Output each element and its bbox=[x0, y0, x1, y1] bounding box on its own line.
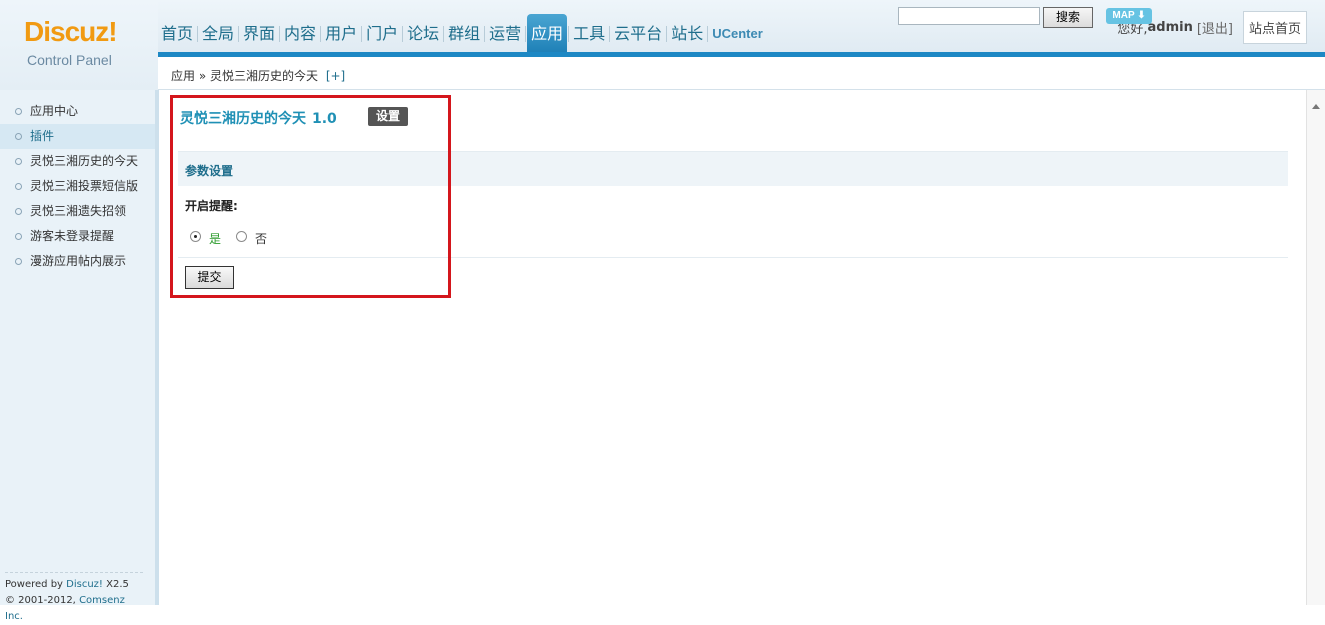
scroll-up-arrow-icon[interactable] bbox=[1312, 104, 1320, 109]
sidebar: 应用中心插件灵悦三湘历史的今天 灵悦三湘投票短信版 灵悦三湘遗失招领 游客未登录提醒漫… bbox=[0, 90, 155, 622]
sidebar-menu: 应用中心插件灵悦三湘历史的今天 灵悦三湘投票短信版 灵悦三湘遗失招领 游客未登录提醒漫… bbox=[0, 99, 155, 274]
sidebar-item-0[interactable]: 应用中心 bbox=[0, 99, 155, 124]
sidebar-item-label: 插件 bbox=[30, 129, 55, 143]
sidebar-item-4[interactable]: 灵悦三湘遗失招领 bbox=[0, 199, 155, 224]
nav-tab-1[interactable]: 全局 bbox=[199, 14, 237, 54]
subheader: 应用 » 灵悦三湘历史的今天 [+] bbox=[158, 57, 1325, 90]
nav-tab-4[interactable]: 用户 bbox=[322, 14, 360, 54]
nav-separator bbox=[238, 26, 240, 42]
bullet-icon bbox=[15, 208, 22, 215]
vertical-scrollbar[interactable] bbox=[1306, 90, 1325, 605]
sidebar-item-label: 灵悦三湘投票短信版 bbox=[30, 179, 139, 193]
bullet-icon bbox=[15, 133, 22, 140]
bullet-icon bbox=[15, 258, 22, 265]
sidebar-item-6[interactable]: 漫游应用帖内展示 bbox=[0, 249, 155, 274]
nav-separator bbox=[525, 26, 527, 42]
nav-separator bbox=[707, 26, 709, 42]
logout-link[interactable]: [退出] bbox=[1197, 18, 1233, 37]
nav-separator bbox=[320, 26, 322, 42]
search-button[interactable]: 搜索 bbox=[1043, 7, 1093, 28]
powered-version: X2.5 bbox=[102, 579, 129, 590]
nav-tab-7[interactable]: 群组 bbox=[445, 14, 483, 54]
breadcrumb-path[interactable]: 应用 » 灵悦三湘历史的今天 bbox=[171, 69, 318, 83]
logo-subtitle: Control Panel bbox=[27, 52, 112, 68]
bullet-icon bbox=[15, 158, 22, 165]
sidebar-item-label: 漫游应用帖内展示 bbox=[30, 254, 127, 268]
nav-tab-6[interactable]: 论坛 bbox=[404, 14, 442, 54]
bullet-icon bbox=[15, 108, 22, 115]
sidebar-item-5[interactable]: 游客未登录提醒 bbox=[0, 224, 155, 249]
site-home-button[interactable]: 站点首页 bbox=[1242, 11, 1307, 44]
bullet-icon bbox=[15, 233, 22, 240]
powered-text: Powered by bbox=[5, 579, 63, 590]
nav-tab-3[interactable]: 内容 bbox=[281, 14, 319, 54]
sidebar-item-3[interactable]: 灵悦三湘投票短信版 bbox=[0, 174, 155, 199]
username: admin bbox=[1147, 20, 1193, 35]
nav-tab-12[interactable]: 站长 bbox=[668, 14, 706, 54]
nav-tab-0[interactable]: 首页 bbox=[158, 14, 196, 54]
nav-separator bbox=[279, 26, 281, 42]
sidebar-item-label: 灵悦三湘遗失招领 bbox=[30, 204, 127, 218]
nav-tab-8[interactable]: 运营 bbox=[486, 14, 524, 54]
breadcrumb: 应用 » 灵悦三湘历史的今天 [+] bbox=[171, 67, 345, 84]
bullet-icon bbox=[15, 183, 22, 190]
sidebar-item-2[interactable]: 灵悦三湘历史的今天 bbox=[0, 149, 155, 174]
main-nav: 首页 全局 界面 内容 用户 门户 论坛 群组 运营 应用 工具 云平台 站长 UCenter bbox=[158, 14, 766, 54]
nav-tab-10[interactable]: 工具 bbox=[570, 14, 608, 54]
sidebar-item-1[interactable]: 插件 bbox=[0, 124, 155, 149]
search-input[interactable] bbox=[898, 7, 1040, 25]
powered-by: Powered by Discuz! X2.5 © 2001-2012, Com… bbox=[5, 572, 143, 625]
sidebar-item-label: 灵悦三湘历史的今天 bbox=[30, 154, 139, 168]
nav-tab-2[interactable]: 界面 bbox=[240, 14, 278, 54]
sidebar-item-label: 游客未登录提醒 bbox=[30, 229, 115, 243]
nav-separator bbox=[666, 26, 668, 42]
nav-separator bbox=[609, 26, 611, 42]
add-shortcut-link[interactable]: [+] bbox=[326, 69, 345, 83]
logo-brand: Discuz! bbox=[24, 16, 118, 47]
nav-separator bbox=[197, 26, 199, 42]
logo[interactable]: Discuz! Control Panel bbox=[0, 0, 158, 90]
copyright-text: © 2001-2012, bbox=[5, 595, 76, 606]
nav-tab-5[interactable]: 门户 bbox=[363, 14, 401, 54]
nav-separator bbox=[402, 26, 404, 42]
sidebar-item-label: 应用中心 bbox=[30, 104, 79, 118]
nav-tab-11[interactable]: 云平台 bbox=[611, 14, 665, 54]
map-button[interactable]: MAP ⬇ bbox=[1106, 8, 1152, 24]
powered-brand-link[interactable]: Discuz! bbox=[66, 579, 103, 590]
nav-separator bbox=[361, 26, 363, 42]
nav-tab-13[interactable]: UCenter bbox=[709, 14, 766, 54]
nav-separator bbox=[484, 26, 486, 42]
highlight-annotation-box bbox=[170, 95, 451, 298]
nav-separator bbox=[568, 26, 570, 42]
nav-separator bbox=[443, 26, 445, 42]
nav-tab-9[interactable]: 应用 bbox=[527, 14, 568, 54]
